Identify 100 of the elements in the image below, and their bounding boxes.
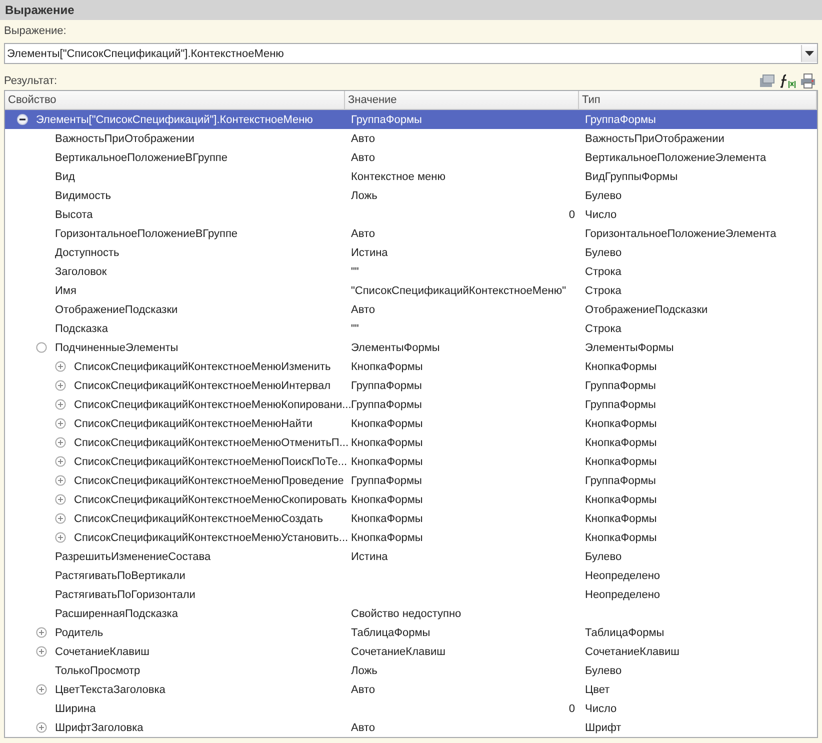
table-row[interactable]: СписокСпецификацийКонтекстноеМенюИнтервал ГруппаФормы ГруппаФормы xyxy=(5,376,817,395)
expand-icon[interactable] xyxy=(55,380,66,391)
type-cell: Строка xyxy=(585,266,622,278)
expand-icon[interactable] xyxy=(55,494,66,505)
function-icon[interactable] xyxy=(779,73,796,89)
property-cell: СписокСпецификацийКонтекстноеМенюПоискПоТе... xyxy=(74,456,348,468)
collapse-icon[interactable] xyxy=(17,114,28,125)
type-cell: ЭлементыФормы xyxy=(585,342,674,354)
expand-icon[interactable] xyxy=(55,437,66,448)
type-cell: Булево xyxy=(585,550,622,562)
caret-icon xyxy=(805,51,814,56)
value-cell: КнопкаФормы xyxy=(351,512,423,524)
table-row[interactable]: Вид Контекстное меню ВидГруппыФормы xyxy=(5,167,817,186)
table-row[interactable]: Высота 0 Число xyxy=(5,205,817,224)
value-cell: Авто xyxy=(351,132,375,144)
expand-icon[interactable] xyxy=(55,475,66,486)
type-cell: ОтображениеПодсказки xyxy=(585,304,708,316)
table-row[interactable]: РастягиватьПоВертикали Неопределено xyxy=(5,566,817,585)
circle-icon[interactable] xyxy=(36,342,47,353)
table-row[interactable]: Доступность Истина Булево xyxy=(5,243,817,262)
table-row[interactable]: Ширина 0 Число xyxy=(5,699,817,718)
property-cell: ОтображениеПодсказки xyxy=(55,304,178,316)
table-row[interactable]: СписокСпецификацийКонтекстноеМенюСоздать КнопкаФормы КнопкаФормы xyxy=(5,509,817,528)
value-cell: ГруппаФормы xyxy=(351,398,422,410)
property-cell: СписокСпецификацийКонтекстноеМенюСкопировать xyxy=(74,494,347,506)
table-row[interactable]: СписокСпецификацийКонтекстноеМенюОтменитьП... КнопкаФормы КнопкаФормы xyxy=(5,433,817,452)
expand-icon[interactable] xyxy=(55,456,66,467)
property-cell: РазрешитьИзменениеСостава xyxy=(55,550,211,562)
table-row[interactable]: РазрешитьИзменениеСостава Истина Булево xyxy=(5,547,817,566)
table-row[interactable]: Родитель ТаблицаФормы ТаблицаФормы xyxy=(5,623,817,642)
expand-icon[interactable] xyxy=(36,627,47,638)
table-row[interactable]: ЦветТекстаЗаголовка Авто Цвет xyxy=(5,680,817,699)
property-cell: СписокСпецификацийКонтекстноеМенюКопировани... xyxy=(74,398,352,410)
type-cell: ГоризонтальноеПоложениеЭлемента xyxy=(585,228,776,240)
result-label: Результат: xyxy=(4,74,58,89)
table-row[interactable]: ПодчиненныеЭлементы ЭлементыФормы ЭлементыФормы xyxy=(5,338,817,357)
table-row[interactable]: СписокСпецификацийКонтекстноеМенюИзменить КнопкаФормы КнопкаФормы xyxy=(5,357,817,376)
expand-icon[interactable] xyxy=(36,684,47,695)
table-row[interactable]: Элементы["СписокСпецификаций"].КонтекстноеМеню ГруппаФормы ГруппаФормы xyxy=(5,110,817,129)
property-cell: СписокСпецификацийКонтекстноеМенюУстановить... xyxy=(74,532,348,544)
table-row[interactable]: РастягиватьПоГоризонтали Неопределено xyxy=(5,585,817,604)
value-cell: КнопкаФормы xyxy=(351,360,423,372)
table-row[interactable]: СписокСпецификацийКонтекстноеМенюКопировани...ГруппаФормы ГруппаФормы xyxy=(5,395,817,414)
expand-icon[interactable] xyxy=(36,722,47,733)
printer-icon[interactable] xyxy=(800,73,816,89)
table-row[interactable]: Подсказка "" Строка xyxy=(5,319,817,338)
type-cell: КнопкаФормы xyxy=(585,532,657,544)
expand-icon[interactable] xyxy=(55,399,66,410)
value-cell: КнопкаФормы xyxy=(351,532,423,544)
column-header[interactable]: Тип xyxy=(579,91,817,109)
value-cell: КнопкаФормы xyxy=(351,456,423,468)
window-icon[interactable] xyxy=(759,73,775,89)
column-header[interactable]: Значение xyxy=(345,91,579,109)
table-row[interactable]: СписокСпецификацийКонтекстноеМенюНайти КнопкаФормы КнопкаФормы xyxy=(5,414,817,433)
table-row[interactable]: ГоризонтальноеПоложениеВГруппе Авто ГоризонтальноеПоложениеЭлемента xyxy=(5,224,817,243)
value-cell: Авто xyxy=(351,304,375,316)
property-cell: ВертикальноеПоложениеВГруппе xyxy=(55,152,228,164)
table-row[interactable]: СписокСпецификацийКонтекстноеМенюУстановить... КнопкаФормы КнопкаФормы xyxy=(5,528,817,547)
dropdown-button[interactable] xyxy=(801,45,817,62)
value-cell: Истина xyxy=(351,550,388,562)
property-cell: РасширеннаяПодсказка xyxy=(55,608,178,620)
table-row[interactable]: ВажностьПриОтображении Авто ВажностьПриОтображении xyxy=(5,129,817,148)
table-row[interactable]: СписокСпецификацийКонтекстноеМенюПоискПоТе... КнопкаФормы КнопкаФормы xyxy=(5,452,817,471)
table-row[interactable]: ОтображениеПодсказки Авто ОтображениеПодсказки xyxy=(5,300,817,319)
expand-icon[interactable] xyxy=(55,532,66,543)
value-cell: ЭлементыФормы xyxy=(351,342,440,354)
value-cell: "" xyxy=(351,266,359,278)
expression-field[interactable]: Элементы["СписокСпецификаций"].КонтекстноеМеню xyxy=(4,43,818,64)
value-cell: ГруппаФормы xyxy=(351,114,422,126)
value-cell: 0 xyxy=(568,702,575,714)
table-row[interactable]: СочетаниеКлавиш СочетаниеКлавиш СочетаниеКлавиш xyxy=(5,642,817,661)
value-cell: ГруппаФормы xyxy=(351,380,422,392)
property-cell: Подсказка xyxy=(55,322,108,334)
property-cell: Доступность xyxy=(55,246,120,258)
table-row[interactable]: СписокСпецификацийКонтекстноеМенюПроведение ГруппаФормы ГруппаФормы xyxy=(5,471,817,490)
value-cell: ТаблицаФормы xyxy=(351,626,430,638)
table-row[interactable]: ТолькоПросмотр Ложь Булево xyxy=(5,661,817,680)
table-row[interactable]: РасширеннаяПодсказка Свойство недоступно xyxy=(5,604,817,623)
type-cell: Неопределено xyxy=(585,570,660,582)
table-row[interactable]: ШрифтЗаголовка Авто Шрифт xyxy=(5,718,817,737)
property-cell: СписокСпецификацийКонтекстноеМенюСоздать xyxy=(74,512,323,524)
table-row[interactable]: Заголовок "" Строка xyxy=(5,262,817,281)
type-cell: Неопределено xyxy=(585,588,660,600)
expand-icon[interactable] xyxy=(36,646,47,657)
expand-icon[interactable] xyxy=(55,513,66,524)
value-cell: "" xyxy=(351,322,359,334)
property-cell: ВажностьПриОтображении xyxy=(55,132,194,144)
table-row[interactable]: ВертикальноеПоложениеВГруппе Авто ВертикальноеПоложениеЭлемента xyxy=(5,148,817,167)
column-header[interactable]: Свойство xyxy=(5,91,345,109)
property-cell: ЦветТекстаЗаголовка xyxy=(55,684,166,696)
property-cell: ШрифтЗаголовка xyxy=(55,722,144,734)
type-cell: ГруппаФормы xyxy=(585,380,656,392)
table-row[interactable]: Имя "СписокСпецификацийКонтекстноеМеню" Строка xyxy=(5,281,817,300)
expand-icon[interactable] xyxy=(55,361,66,372)
type-cell: СочетаниеКлавиш xyxy=(585,646,680,658)
type-cell: ГруппаФормы xyxy=(585,114,656,126)
table-row[interactable]: СписокСпецификацийКонтекстноеМенюСкопировать КнопкаФормы КнопкаФормы xyxy=(5,490,817,509)
table-row[interactable]: Видимость Ложь Булево xyxy=(5,186,817,205)
expand-icon[interactable] xyxy=(55,418,66,429)
type-cell: ГруппаФормы xyxy=(585,398,656,410)
